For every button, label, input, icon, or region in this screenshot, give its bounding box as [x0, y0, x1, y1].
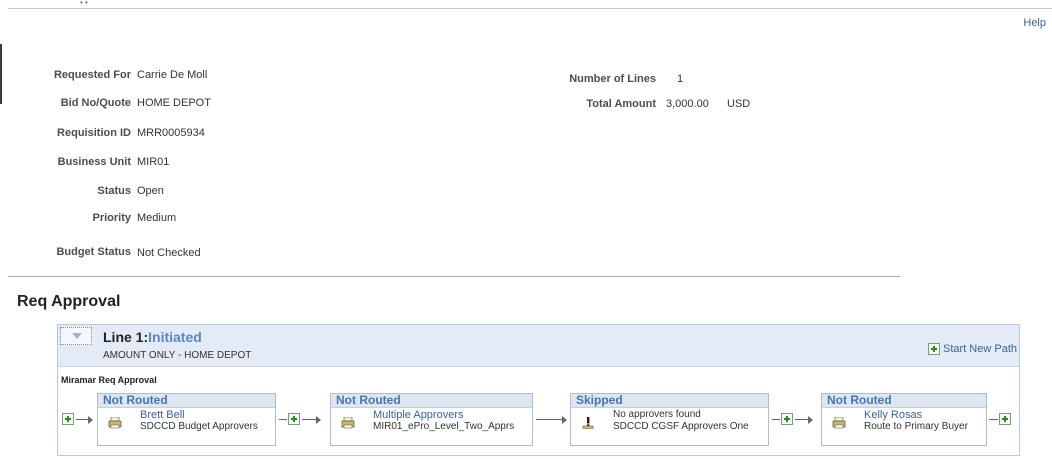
req-approval-title: Req Approval: [17, 293, 121, 310]
total-amount-currency: USD: [727, 98, 751, 110]
arrow-right-icon: [808, 416, 813, 424]
budget-status-value: Not Checked: [137, 247, 201, 259]
top-border: [8, 8, 1052, 9]
line-description: AMOUNT ONLY - HOME DEPOT: [103, 350, 252, 361]
start-new-path-label: Start New Path: [943, 343, 1017, 355]
insert-step-connector: [772, 413, 820, 425]
start-new-path-button[interactable]: Start New Path: [927, 342, 1017, 356]
connector-line: [279, 419, 287, 420]
insert-step-icon[interactable]: [288, 413, 300, 425]
bid-no-quote-label: Bid No/Quote: [60, 97, 131, 109]
requisition-id-label: Requisition ID: [57, 127, 131, 139]
business-unit-value: MIR01: [137, 156, 170, 168]
bid-no-quote-value: HOME DEPOT: [137, 97, 211, 109]
step-connector: [536, 413, 568, 425]
arrow-right-icon: [88, 416, 93, 424]
connector-line: [536, 419, 562, 420]
approval-line-panel: Line 1:Initiated AMOUNT ONLY - HOME DEPO…: [57, 324, 1020, 456]
priority-value: Medium: [137, 212, 177, 224]
step-status: Not Routed: [98, 394, 275, 408]
total-amount-value: 3,000.00: [666, 98, 709, 110]
warning-icon: [582, 417, 594, 429]
budget-status-label: Budget Status: [56, 246, 131, 258]
collapse-toggle-button[interactable]: [60, 327, 92, 345]
approver-role: SDCCD Budget Approvers: [140, 421, 258, 432]
insert-step-connector: [279, 413, 329, 425]
approval-step: Not Routed Brett Bell SDCCD Budget Appro…: [97, 393, 276, 446]
approval-step: Not Routed Multiple Approvers MIR01_ePro…: [330, 393, 533, 446]
approver-name-link[interactable]: Multiple Approvers: [373, 409, 464, 421]
line-status: Initiated: [148, 329, 202, 345]
number-of-lines-value: 1: [677, 73, 684, 85]
approval-step: Skipped No approvers found SDCCD CGSF Ap…: [570, 393, 769, 446]
left-edge-bar: [0, 44, 2, 104]
arrow-right-icon: [562, 416, 567, 424]
approver-role: MIR01_ePro_Level_Two_Apprs: [373, 421, 515, 432]
priority-label: Priority: [92, 212, 131, 224]
approval-path-name: Miramar Req Approval: [61, 375, 157, 385]
approver-name: No approvers found: [613, 409, 701, 420]
total-amount-label: Total Amount: [586, 98, 656, 110]
insert-step-icon[interactable]: [781, 413, 793, 425]
section-divider: [8, 276, 900, 277]
step-status: Skipped: [571, 394, 768, 408]
insert-step-icon[interactable]: [999, 413, 1011, 425]
number-of-lines-label: Number of Lines: [569, 73, 656, 85]
triangle-down-icon: [72, 333, 82, 339]
approver-name-link[interactable]: Kelly Rosas: [864, 409, 922, 421]
business-unit-label: Business Unit: [57, 156, 131, 168]
line-title: Line 1:Initiated: [103, 329, 202, 345]
line-number: Line 1:: [103, 329, 149, 345]
connector-line: [795, 419, 808, 420]
insert-step-connector: [62, 413, 96, 425]
connector-line: [76, 419, 88, 420]
add-icon: [927, 343, 940, 356]
step-status: Not Routed: [822, 394, 986, 408]
requested-for-label: Requested For: [53, 69, 131, 81]
insert-step-icon[interactable]: [62, 413, 74, 425]
connector-line: [772, 419, 780, 420]
step-status: Not Routed: [331, 394, 532, 408]
insert-step-connector: [989, 413, 1013, 425]
arrow-right-icon: [316, 416, 321, 424]
help-link[interactable]: Help: [1023, 17, 1046, 29]
approval-step: Not Routed Kelly Rosas Route to Primary …: [821, 393, 987, 446]
requisition-id-value: MRR0005934: [137, 127, 205, 139]
status-label: Status: [97, 185, 131, 197]
connector-line: [989, 419, 998, 420]
approver-name-link[interactable]: Brett Bell: [140, 409, 185, 421]
printer-icon: [832, 417, 846, 429]
printer-icon: [341, 417, 355, 429]
line-header: Line 1:Initiated AMOUNT ONLY - HOME DEPO…: [58, 325, 1019, 367]
connector-line: [302, 419, 316, 420]
status-value: Open: [137, 185, 164, 197]
printer-icon: [108, 417, 122, 429]
approver-role: SDCCD CGSF Approvers One: [613, 421, 749, 432]
top-dots-decoration: • •: [80, 0, 88, 7]
requested-for-value: Carrie De Moll: [137, 69, 208, 81]
approver-role: Route to Primary Buyer: [864, 421, 968, 432]
